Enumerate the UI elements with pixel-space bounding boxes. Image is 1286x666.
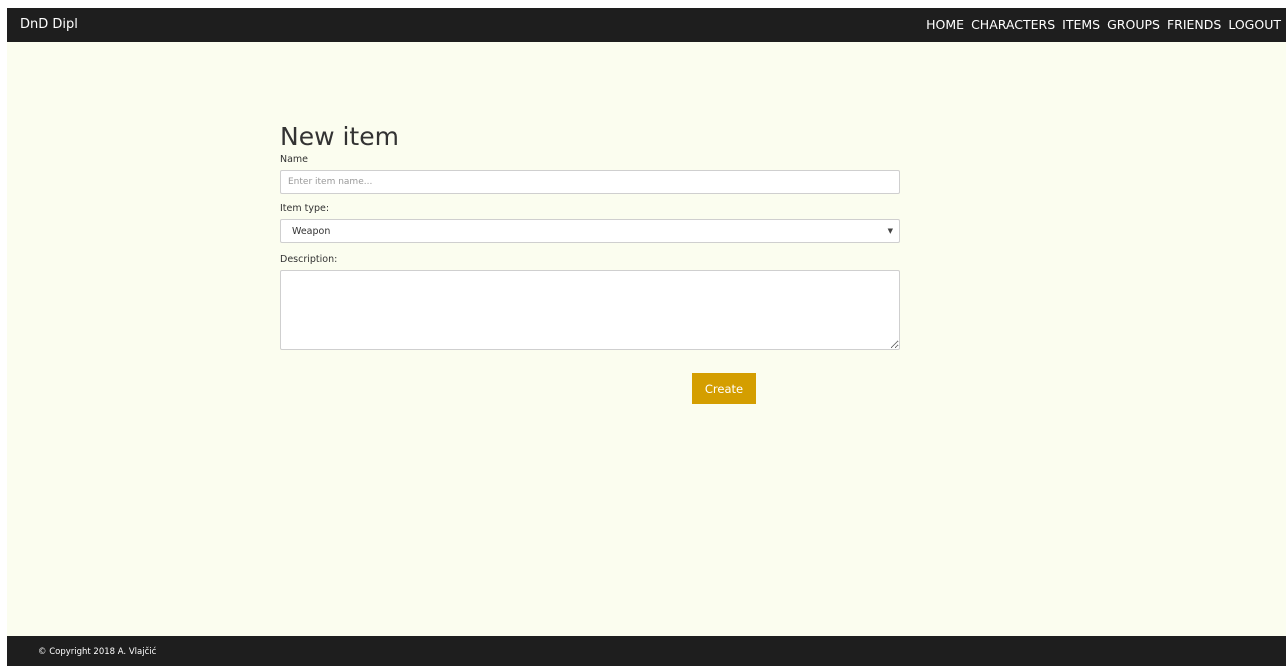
top-navbar: DnD Dipl HOME CHARACTERS ITEMS GROUPS FR…	[7, 8, 1286, 42]
brand-link[interactable]: DnD Dipl	[20, 17, 78, 32]
nav-groups[interactable]: GROUPS	[1107, 17, 1160, 32]
new-item-form: New item Name Item type: Weapon ▼ Descri…	[280, 120, 900, 404]
name-label: Name	[280, 154, 309, 165]
copyright-text: © Copyright 2018 A. Vlajčić	[38, 647, 157, 657]
nav-home[interactable]: HOME	[926, 17, 964, 32]
chevron-down-icon: ▼	[887, 227, 893, 235]
create-button[interactable]: Create	[692, 373, 756, 404]
nav-items[interactable]: ITEMS	[1062, 17, 1100, 32]
item-type-label: Item type:	[280, 203, 330, 214]
description-label: Description:	[280, 254, 338, 265]
item-type-value: Weapon	[292, 226, 331, 237]
nav-friends[interactable]: FRIENDS	[1167, 17, 1221, 32]
footer: © Copyright 2018 A. Vlajčić	[7, 636, 1286, 666]
item-type-select[interactable]: Weapon ▼	[280, 219, 900, 243]
nav-characters[interactable]: CHARACTERS	[971, 17, 1055, 32]
nav-links: HOME CHARACTERS ITEMS GROUPS FRIENDS LOG…	[926, 17, 1281, 32]
page-title: New item	[280, 122, 399, 151]
app-frame: DnD Dipl HOME CHARACTERS ITEMS GROUPS FR…	[7, 8, 1286, 666]
description-textarea[interactable]	[280, 270, 900, 350]
item-name-input[interactable]	[280, 170, 900, 194]
nav-logout[interactable]: LOGOUT	[1228, 17, 1281, 32]
